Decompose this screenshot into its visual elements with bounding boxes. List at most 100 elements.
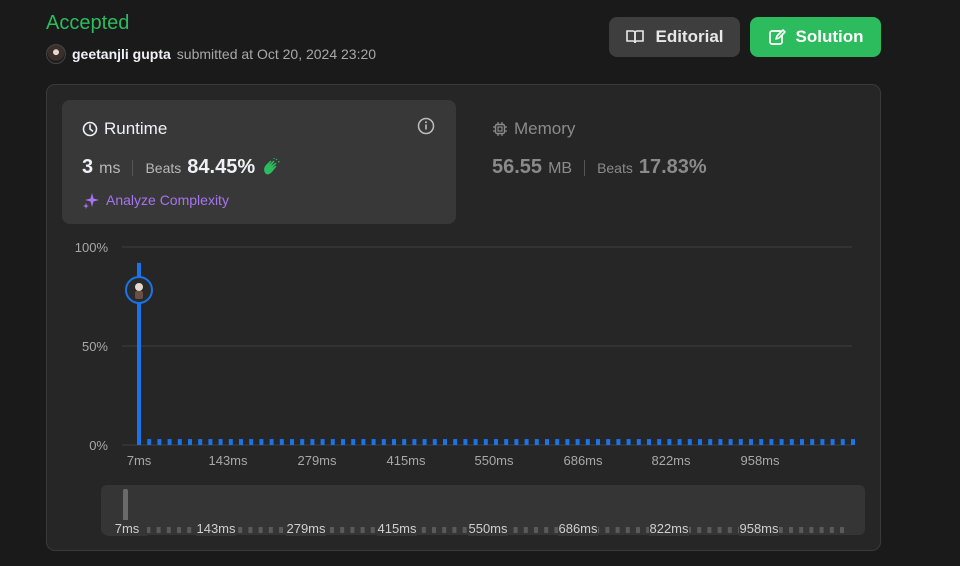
navigator-tick-label: 822ms [649, 521, 689, 536]
chart-bar [534, 439, 539, 445]
navigator-bar [809, 527, 814, 533]
navigator-bar [829, 527, 834, 533]
navigator-tick-label: 550ms [468, 521, 508, 536]
chart-bar [300, 439, 305, 445]
chart-bar [555, 439, 560, 445]
chart-bar [453, 439, 458, 445]
navigator-bar [258, 527, 263, 533]
runtime-distribution-chart: 100% 50% 0% 7ms 143ms 279ms 415ms 550ms 686ms 822… [75, 240, 855, 536]
navigator-bar [330, 527, 334, 533]
navigator-bar [523, 527, 528, 533]
navigator-bar [819, 527, 824, 533]
chart-bar [769, 439, 774, 445]
chart-bar [636, 439, 641, 445]
chart-bar [677, 439, 682, 445]
chart-bar [647, 439, 651, 445]
navigator-tick-label: 7ms [115, 521, 140, 536]
chart-bar [789, 439, 794, 445]
chart-bar [412, 439, 417, 445]
chart-bar [840, 439, 845, 445]
navigator-bar [248, 527, 253, 533]
x-tick-label: 550ms [474, 453, 514, 468]
navigator-bar [605, 527, 610, 533]
navigator-bar [238, 527, 243, 533]
navigator-tick-label: 686ms [558, 521, 598, 536]
chart-bar [504, 439, 509, 445]
chart-bar [483, 439, 488, 445]
chart-bar [310, 439, 315, 445]
navigator-bar [840, 527, 844, 533]
chart-bar [381, 439, 386, 445]
chart-bar [759, 439, 764, 445]
chart-bar [249, 439, 254, 445]
navigator-bar [462, 527, 467, 533]
chart-bar [269, 439, 274, 445]
y-tick-label: 50% [82, 339, 108, 354]
chart-bar [259, 439, 264, 445]
chart-bar [463, 439, 468, 445]
chart-bar [188, 439, 192, 445]
chart-bar [198, 439, 203, 445]
navigator-tick-label: 143ms [196, 521, 236, 536]
chart-bar [728, 439, 733, 445]
chart-bar [738, 439, 743, 445]
x-tick-label: 143ms [208, 453, 248, 468]
chart-bar [626, 439, 631, 445]
navigator-bar [778, 527, 783, 533]
chart-bar [147, 439, 152, 445]
avatar-face [135, 283, 143, 291]
chart-bar [473, 439, 478, 445]
navigator-bar [544, 527, 549, 533]
x-tick-label: 822ms [651, 453, 691, 468]
navigator-bar [156, 527, 161, 533]
navigator-bar [636, 527, 640, 533]
x-tick-label: 686ms [563, 453, 603, 468]
navigator-bar [350, 527, 355, 533]
navigator-bar [452, 527, 457, 533]
chart-bar [157, 439, 162, 445]
chart-bar [218, 439, 223, 445]
chart-bar [585, 439, 590, 445]
chart-bar [698, 439, 702, 445]
navigator-bar [187, 527, 192, 533]
navigator-bar [513, 527, 518, 533]
chart-bar [514, 439, 519, 445]
x-tick-label: 279ms [297, 453, 337, 468]
chart-bar [443, 439, 447, 445]
y-tick-label: 100% [75, 240, 109, 255]
chart-bar [167, 439, 172, 445]
avatar-body [135, 291, 143, 299]
chart-bar [392, 439, 396, 445]
navigator-bar [279, 527, 283, 533]
navigator-bar [717, 527, 722, 533]
chart-bar [779, 439, 784, 445]
chart-bar [718, 439, 723, 445]
navigator-bar [615, 527, 620, 533]
navigator-tick-label: 279ms [286, 521, 326, 536]
x-tick-label: 958ms [740, 453, 780, 468]
navigator-bar [177, 527, 181, 533]
chart-bar [667, 439, 672, 445]
navigator-bar [625, 527, 630, 533]
chart-bar [341, 439, 345, 445]
chart-bar [494, 439, 498, 445]
navigator-bar [727, 527, 732, 533]
navigator-bar [534, 527, 538, 533]
chart-bar [810, 439, 815, 445]
navigator-tick-label: 415ms [377, 521, 417, 536]
navigator-bar [166, 527, 171, 533]
navigator-bar [360, 527, 365, 533]
chart-bar [596, 439, 600, 445]
navigator-bar [421, 527, 426, 533]
x-tick-label: 415ms [386, 453, 426, 468]
chart-bar [177, 439, 182, 445]
navigator-bar [707, 527, 712, 533]
chart-bar [290, 439, 294, 445]
chart-bar [749, 439, 753, 445]
chart-bar [524, 439, 529, 445]
chart-bar [800, 439, 804, 445]
chart-bar [239, 439, 243, 445]
chart-bar [820, 439, 825, 445]
navigator-bar [789, 527, 793, 533]
navigator-bar [370, 527, 375, 533]
